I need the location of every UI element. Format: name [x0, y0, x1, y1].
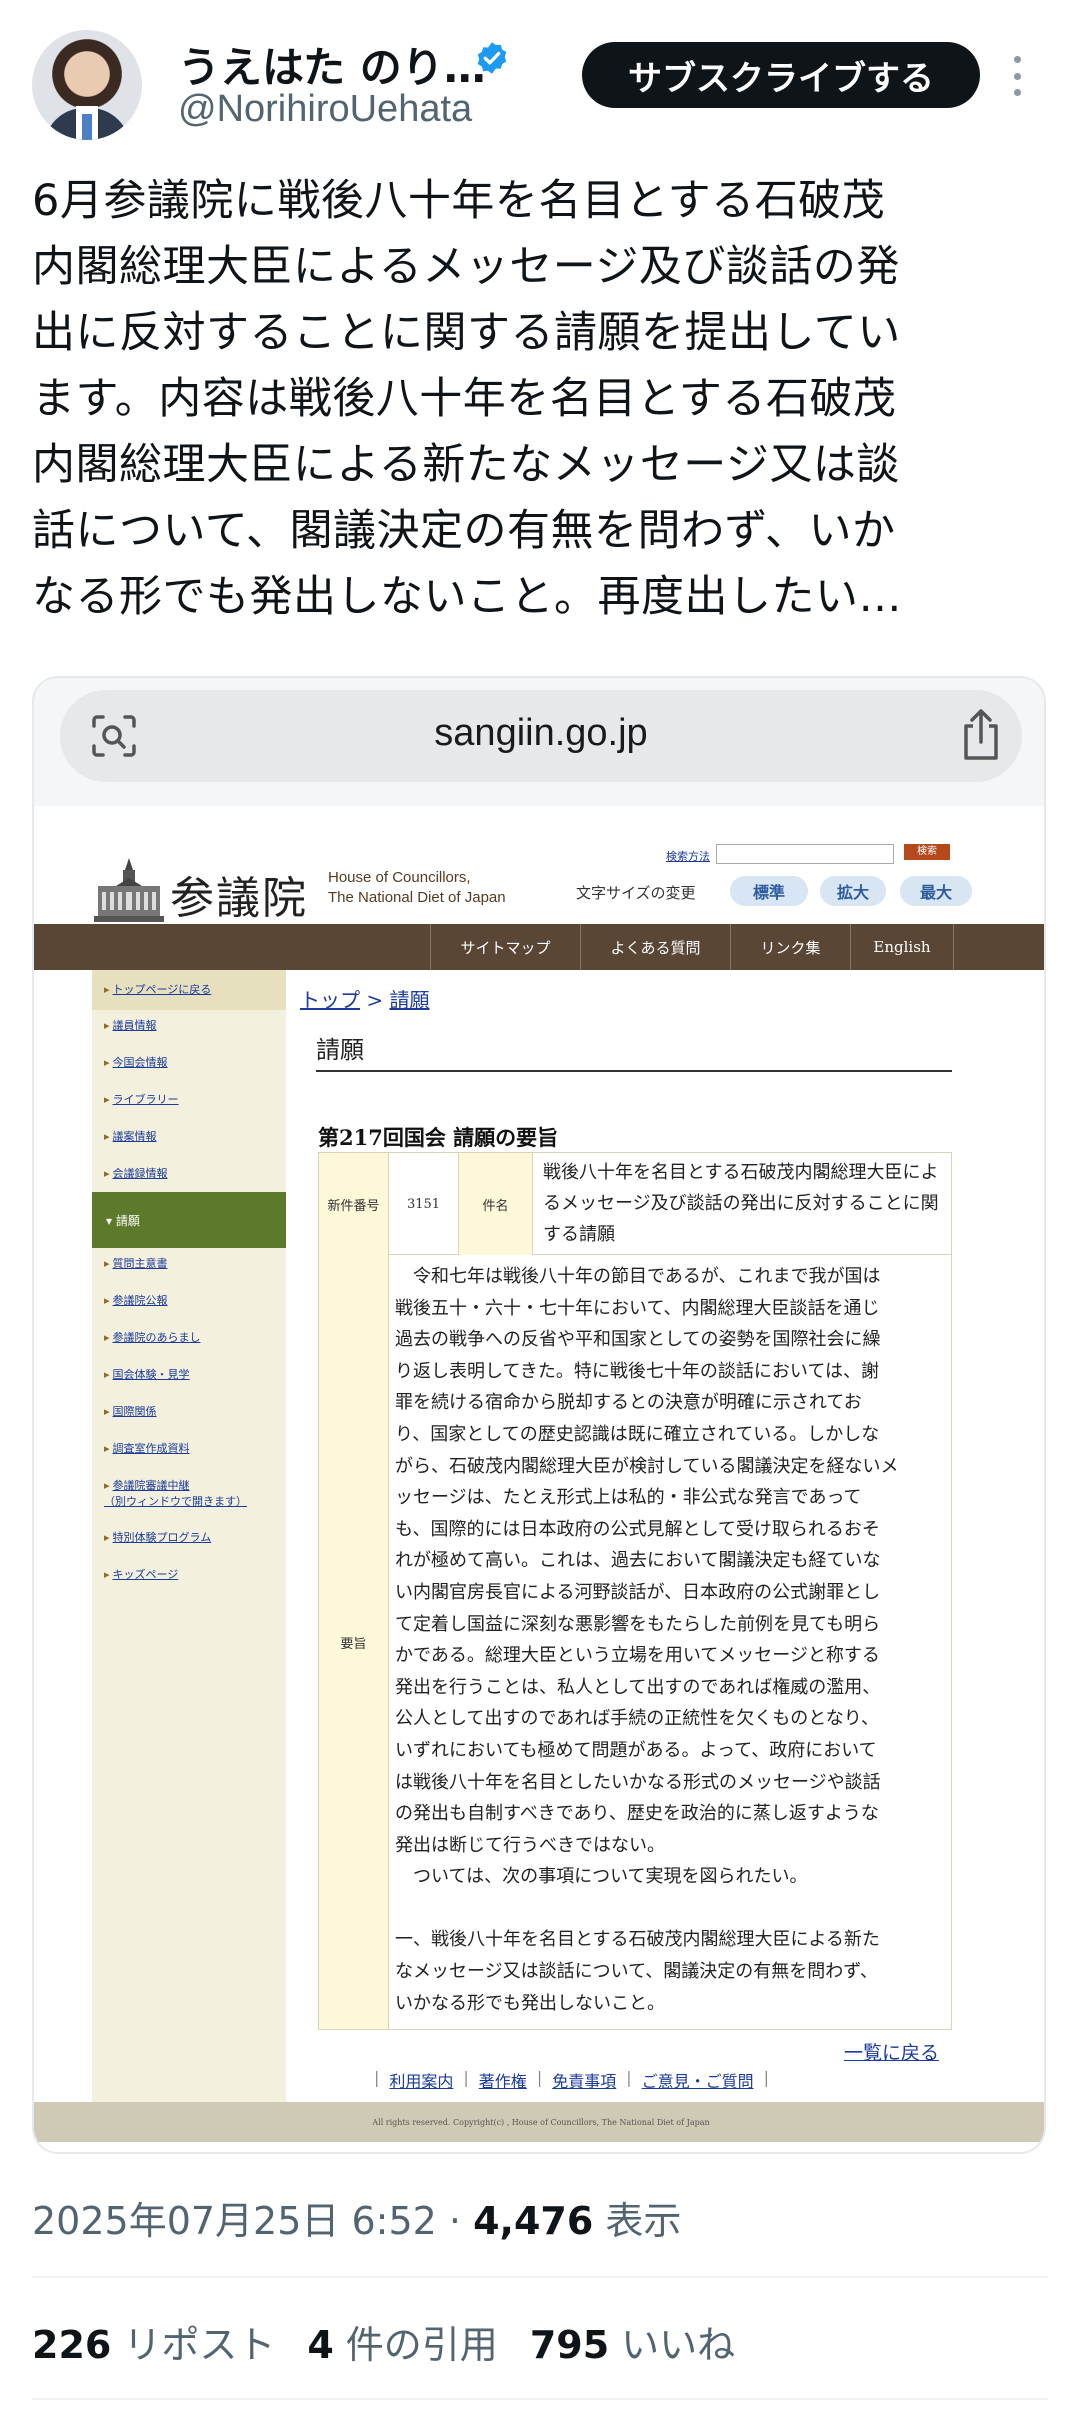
- user-handle[interactable]: @NorihiroUehata: [178, 88, 472, 131]
- sidebar-item[interactable]: 議員情報: [104, 1018, 157, 1034]
- tweet-timestamp[interactable]: 2025年07月25日 6:52 · 4,476 表示: [32, 2190, 681, 2245]
- timestamp-text: 2025年07月25日 6:52 ·: [32, 2199, 474, 2243]
- sidebar-item-petitions-active[interactable]: ▾ 請願: [92, 1192, 286, 1248]
- likes-label: いいね: [621, 2323, 736, 2367]
- quotes-label: 件の引用: [345, 2323, 498, 2367]
- sidebar-item[interactable]: 参議院公報: [104, 1293, 168, 1309]
- sidebar-active-label: 請願: [115, 1214, 140, 1228]
- petition-table: 新件番号 3151 件名 戦後八十年を名目とする石破茂内閣総理大臣によるメッセー…: [318, 1152, 952, 2030]
- sidebar-item[interactable]: 質問主意書: [104, 1256, 168, 1272]
- avatar-tie: [82, 114, 92, 140]
- font-size-max-button[interactable]: 最大: [900, 876, 972, 906]
- footer-link-copyright[interactable]: 著作権: [479, 2068, 527, 2092]
- petition-title: 戦後八十年を名目とする石破茂内閣総理大臣によるメッセージ及び談話の発出に反対する…: [543, 1162, 939, 1245]
- more-options-icon[interactable]: [1010, 56, 1024, 96]
- petition-header-row: 新件番号 3151 件名 戦後八十年を名目とする石破茂内閣総理大臣によるメッセー…: [319, 1153, 951, 1255]
- footer-link-guide[interactable]: 利用案内: [389, 2068, 453, 2092]
- site-search-input[interactable]: [716, 844, 894, 864]
- sidebar-item[interactable]: 今国会情報: [104, 1055, 168, 1071]
- petition-summary: 令和七年は戦後八十年の節目であるが、これまで我が国は 戦後五十・六十・七十年にお…: [395, 1266, 899, 2014]
- display-name[interactable]: うえはた のり…: [178, 34, 486, 95]
- footer-links: | 利用案内 | 著作権 | 免責事項 | ご意見・ご質問 |: [374, 2068, 770, 2092]
- diet-building-logo-icon: [94, 858, 164, 922]
- divider: [32, 2398, 1048, 2400]
- session-title: 第217回国会 請願の要旨: [318, 1125, 559, 1150]
- tweet-text: 6月参議院に戦後八十年を名目とする石破茂 内閣総理大臣によるメッセージ及び談話の…: [32, 176, 902, 622]
- sidebar-item[interactable]: 特別体験プログラム: [104, 1530, 212, 1546]
- copyright-text: All rights reserved. Copyright(c) , Hous…: [372, 2118, 710, 2127]
- likes-count: 795: [529, 2323, 610, 2367]
- views-count: 4,476: [473, 2199, 594, 2243]
- nav-faq[interactable]: よくある質問: [580, 924, 730, 970]
- breadcrumb-current-link[interactable]: 請願: [389, 988, 429, 1012]
- sidebar-item[interactable]: 調査室作成資料: [104, 1441, 190, 1457]
- sidebar-item[interactable]: ライブラリー: [104, 1092, 179, 1108]
- reposts-stat[interactable]: 226 リポスト: [32, 2314, 275, 2369]
- logo-english-text: House of Councillors, The National Diet …: [328, 869, 506, 906]
- sidebar-item[interactable]: 会議録情報: [104, 1166, 168, 1182]
- footer-link-disclaimer[interactable]: 免責事項: [552, 2068, 616, 2092]
- site-search-button[interactable]: 検索: [904, 844, 950, 860]
- sidebar-item[interactable]: 参議院審議中継 （別ウィンドウで開きます）: [104, 1478, 247, 1510]
- page-title: 請願: [316, 1036, 364, 1064]
- search-help-link[interactable]: 検索方法: [666, 848, 710, 864]
- sidebar-item[interactable]: 参議院のあらまし: [104, 1330, 201, 1346]
- link-card[interactable]: sangiin.go.jp 参議院 House of Councillors, …: [32, 676, 1046, 2154]
- new-number-label: 新件番号: [319, 1153, 389, 1255]
- quotes-count: 4: [307, 2323, 334, 2367]
- nav-links[interactable]: リンク集: [730, 924, 850, 970]
- browser-url-bar[interactable]: sangiin.go.jp: [60, 690, 1022, 782]
- sidebar-item-top-page[interactable]: トップページに戻る: [104, 982, 212, 998]
- share-icon[interactable]: [960, 708, 1002, 762]
- sidebar-item[interactable]: 国会体験・見学: [104, 1367, 190, 1383]
- logo-text[interactable]: 参議院: [170, 862, 308, 926]
- reposts-count: 226: [32, 2323, 112, 2367]
- sidebar: トップページに戻る 議員情報 今国会情報 ライブラリー 議案情報 会議録情報 ▾…: [92, 970, 286, 2104]
- engagement-stats: 226 リポスト 4 件の引用 795 いいね: [32, 2314, 735, 2369]
- item-name-label: 件名: [459, 1153, 533, 1255]
- font-size-large-button[interactable]: 拡大: [820, 876, 886, 906]
- breadcrumb-top-link[interactable]: トップ: [300, 988, 360, 1012]
- sidebar-item[interactable]: 議案情報: [104, 1129, 157, 1145]
- sangiin-page: 参議院 House of Councillors, The National D…: [34, 806, 1044, 2152]
- verified-badge-icon: [477, 42, 507, 74]
- quotes-stat[interactable]: 4 件の引用: [307, 2314, 497, 2369]
- breadcrumb-separator: >: [360, 988, 390, 1012]
- views-label: 表示: [593, 2199, 682, 2243]
- summary-label: 要旨: [319, 1255, 389, 2029]
- likes-stat[interactable]: 795 いいね: [530, 2314, 735, 2369]
- avatar[interactable]: [32, 30, 142, 140]
- sidebar-item[interactable]: キッズページ: [104, 1567, 179, 1583]
- url-text: sangiin.go.jp: [434, 712, 648, 754]
- breadcrumb: トップ > 請願: [300, 984, 429, 1013]
- reposts-label: リポスト: [123, 2323, 276, 2367]
- back-to-list-link[interactable]: 一覧に戻る: [844, 2038, 939, 2065]
- font-size-standard-button[interactable]: 標準: [730, 876, 808, 906]
- nav-sitemap[interactable]: サイトマップ: [430, 924, 580, 970]
- petition-summary-row: 要旨 令和七年は戦後八十年の節目であるが、これまで我が国は 戦後五十・六十・七十…: [319, 1255, 951, 2029]
- new-number-value: 3151: [389, 1153, 459, 1255]
- font-size-label: 文字サイズの変更: [576, 884, 696, 902]
- footer-link-contact[interactable]: ご意見・ご質問: [642, 2068, 754, 2092]
- sidebar-item[interactable]: 国際関係: [104, 1404, 157, 1420]
- subscribe-button[interactable]: サブスクライブする: [582, 42, 980, 108]
- site-nav: サイトマップ よくある質問 リンク集 English: [34, 924, 1044, 970]
- divider: [32, 2276, 1048, 2278]
- nav-english[interactable]: English: [850, 924, 954, 970]
- page-title-rule: [316, 1070, 952, 1072]
